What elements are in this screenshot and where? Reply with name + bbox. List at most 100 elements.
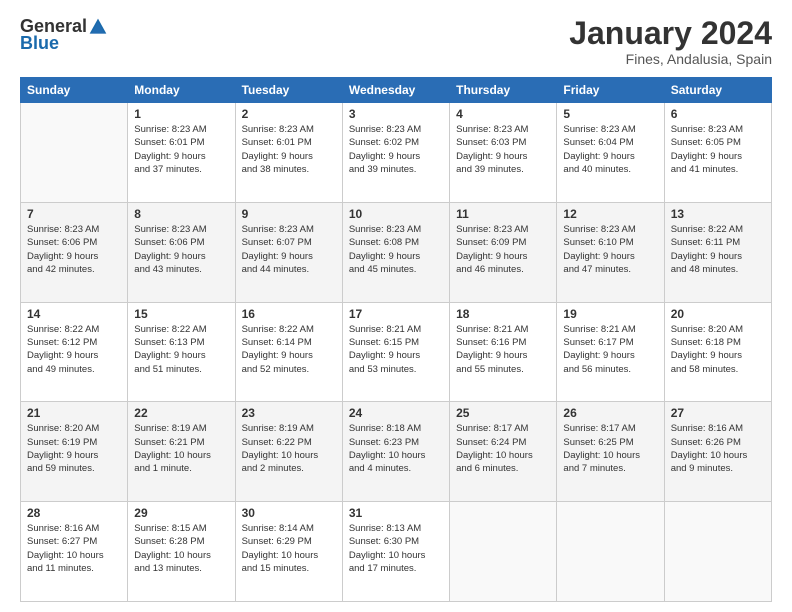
day-number: 12 [563,207,657,221]
day-info: Sunrise: 8:19 AM Sunset: 6:22 PM Dayligh… [242,422,336,475]
day-number: 2 [242,107,336,121]
day-info: Sunrise: 8:23 AM Sunset: 6:10 PM Dayligh… [563,223,657,276]
calendar-cell: 31 Sunrise: 8:13 AM Sunset: 6:30 PM Dayli… [342,502,449,602]
calendar-cell: 10Sunrise: 8:23 AM Sunset: 6:08 PM Dayli… [342,202,449,302]
column-header-wednesday: Wednesday [342,78,449,103]
day-info: Sunrise: 8:17 AM Sunset: 6:25 PM Dayligh… [563,422,657,475]
calendar-cell: 25 Sunrise: 8:17 AM Sunset: 6:24 PM Dayli… [450,402,557,502]
column-header-saturday: Saturday [664,78,771,103]
calendar-cell: 22 Sunrise: 8:19 AM Sunset: 6:21 PM Dayli… [128,402,235,502]
calendar-cell: 11 Sunrise: 8:23 AM Sunset: 6:09 PM Dayli… [450,202,557,302]
calendar-cell: 24Sunrise: 8:18 AM Sunset: 6:23 PM Dayli… [342,402,449,502]
calendar-cell: 29 Sunrise: 8:15 AM Sunset: 6:28 PM Dayli… [128,502,235,602]
calendar-cell: 23 Sunrise: 8:19 AM Sunset: 6:22 PM Dayli… [235,402,342,502]
day-number: 15 [134,307,228,321]
calendar-cell: 5 Sunrise: 8:23 AM Sunset: 6:04 PM Daylig… [557,103,664,203]
day-number: 6 [671,107,765,121]
day-number: 26 [563,406,657,420]
calendar-cell: 17Sunrise: 8:21 AM Sunset: 6:15 PM Dayli… [342,302,449,402]
day-info: Sunrise: 8:23 AM Sunset: 6:07 PM Dayligh… [242,223,336,276]
day-number: 4 [456,107,550,121]
calendar-cell [450,502,557,602]
calendar-cell: 3 Sunrise: 8:23 AM Sunset: 6:02 PM Daylig… [342,103,449,203]
day-info: Sunrise: 8:15 AM Sunset: 6:28 PM Dayligh… [134,522,228,575]
day-info: Sunrise: 8:23 AM Sunset: 6:02 PM Dayligh… [349,123,443,176]
calendar-title: January 2024 [569,16,772,51]
day-number: 9 [242,207,336,221]
calendar-cell: 1 Sunrise: 8:23 AM Sunset: 6:01 PM Daylig… [128,103,235,203]
day-number: 20 [671,307,765,321]
day-info: Sunrise: 8:23 AM Sunset: 6:09 PM Dayligh… [456,223,550,276]
day-number: 10 [349,207,443,221]
calendar-cell: 13Sunrise: 8:22 AM Sunset: 6:11 PM Dayli… [664,202,771,302]
calendar-cell: 6 Sunrise: 8:23 AM Sunset: 6:05 PM Daylig… [664,103,771,203]
day-info: Sunrise: 8:22 AM Sunset: 6:13 PM Dayligh… [134,323,228,376]
day-info: Sunrise: 8:22 AM Sunset: 6:14 PM Dayligh… [242,323,336,376]
day-info: Sunrise: 8:23 AM Sunset: 6:06 PM Dayligh… [134,223,228,276]
day-info: Sunrise: 8:21 AM Sunset: 6:16 PM Dayligh… [456,323,550,376]
calendar-cell: 27Sunrise: 8:16 AM Sunset: 6:26 PM Dayli… [664,402,771,502]
day-number: 7 [27,207,121,221]
day-number: 30 [242,506,336,520]
day-info: Sunrise: 8:23 AM Sunset: 6:06 PM Dayligh… [27,223,121,276]
logo-icon [88,17,108,37]
calendar-cell: 30 Sunrise: 8:14 AM Sunset: 6:29 PM Dayli… [235,502,342,602]
column-header-thursday: Thursday [450,78,557,103]
day-number: 23 [242,406,336,420]
title-block: January 2024 Fines, Andalusia, Spain [569,16,772,67]
logo-blue: Blue [20,33,59,54]
day-info: Sunrise: 8:21 AM Sunset: 6:15 PM Dayligh… [349,323,443,376]
day-info: Sunrise: 8:16 AM Sunset: 6:27 PM Dayligh… [27,522,121,575]
day-number: 25 [456,406,550,420]
logo: General Blue [20,16,109,54]
day-number: 19 [563,307,657,321]
column-header-sunday: Sunday [21,78,128,103]
day-info: Sunrise: 8:23 AM Sunset: 6:03 PM Dayligh… [456,123,550,176]
day-number: 11 [456,207,550,221]
calendar-cell: 4 Sunrise: 8:23 AM Sunset: 6:03 PM Daylig… [450,103,557,203]
day-info: Sunrise: 8:23 AM Sunset: 6:05 PM Dayligh… [671,123,765,176]
day-number: 18 [456,307,550,321]
calendar-cell: 20 Sunrise: 8:20 AM Sunset: 6:18 PM Dayli… [664,302,771,402]
day-number: 16 [242,307,336,321]
calendar-header-row: SundayMondayTuesdayWednesdayThursdayFrid… [21,78,772,103]
day-number: 13 [671,207,765,221]
calendar-cell [664,502,771,602]
day-info: Sunrise: 8:17 AM Sunset: 6:24 PM Dayligh… [456,422,550,475]
calendar-cell: 8Sunrise: 8:23 AM Sunset: 6:06 PM Daylig… [128,202,235,302]
day-number: 14 [27,307,121,321]
day-info: Sunrise: 8:13 AM Sunset: 6:30 PM Dayligh… [349,522,443,575]
day-number: 5 [563,107,657,121]
calendar-cell: 2Sunrise: 8:23 AM Sunset: 6:01 PM Daylig… [235,103,342,203]
day-number: 27 [671,406,765,420]
column-header-friday: Friday [557,78,664,103]
calendar-cell [21,103,128,203]
day-number: 28 [27,506,121,520]
day-info: Sunrise: 8:23 AM Sunset: 6:01 PM Dayligh… [134,123,228,176]
day-info: Sunrise: 8:20 AM Sunset: 6:19 PM Dayligh… [27,422,121,475]
day-info: Sunrise: 8:19 AM Sunset: 6:21 PM Dayligh… [134,422,228,475]
calendar-week-row: 28 Sunrise: 8:16 AM Sunset: 6:27 PM Dayli… [21,502,772,602]
calendar-cell: 21 Sunrise: 8:20 AM Sunset: 6:19 PM Dayli… [21,402,128,502]
day-number: 22 [134,406,228,420]
calendar-week-row: 21 Sunrise: 8:20 AM Sunset: 6:19 PM Dayli… [21,402,772,502]
day-info: Sunrise: 8:14 AM Sunset: 6:29 PM Dayligh… [242,522,336,575]
day-info: Sunrise: 8:18 AM Sunset: 6:23 PM Dayligh… [349,422,443,475]
calendar-cell: 14Sunrise: 8:22 AM Sunset: 6:12 PM Dayli… [21,302,128,402]
day-number: 29 [134,506,228,520]
page: General Blue January 2024 Fines, Andalus… [0,0,792,612]
calendar-week-row: 1 Sunrise: 8:23 AM Sunset: 6:01 PM Daylig… [21,103,772,203]
calendar-cell: 18 Sunrise: 8:21 AM Sunset: 6:16 PM Dayli… [450,302,557,402]
calendar-week-row: 7 Sunrise: 8:23 AM Sunset: 6:06 PM Daylig… [21,202,772,302]
day-info: Sunrise: 8:23 AM Sunset: 6:04 PM Dayligh… [563,123,657,176]
day-number: 31 [349,506,443,520]
day-number: 3 [349,107,443,121]
calendar-cell: 16 Sunrise: 8:22 AM Sunset: 6:14 PM Dayli… [235,302,342,402]
day-number: 21 [27,406,121,420]
calendar-cell [557,502,664,602]
calendar-cell: 19Sunrise: 8:21 AM Sunset: 6:17 PM Dayli… [557,302,664,402]
column-header-tuesday: Tuesday [235,78,342,103]
day-info: Sunrise: 8:20 AM Sunset: 6:18 PM Dayligh… [671,323,765,376]
day-number: 1 [134,107,228,121]
calendar-table: SundayMondayTuesdayWednesdayThursdayFrid… [20,77,772,602]
